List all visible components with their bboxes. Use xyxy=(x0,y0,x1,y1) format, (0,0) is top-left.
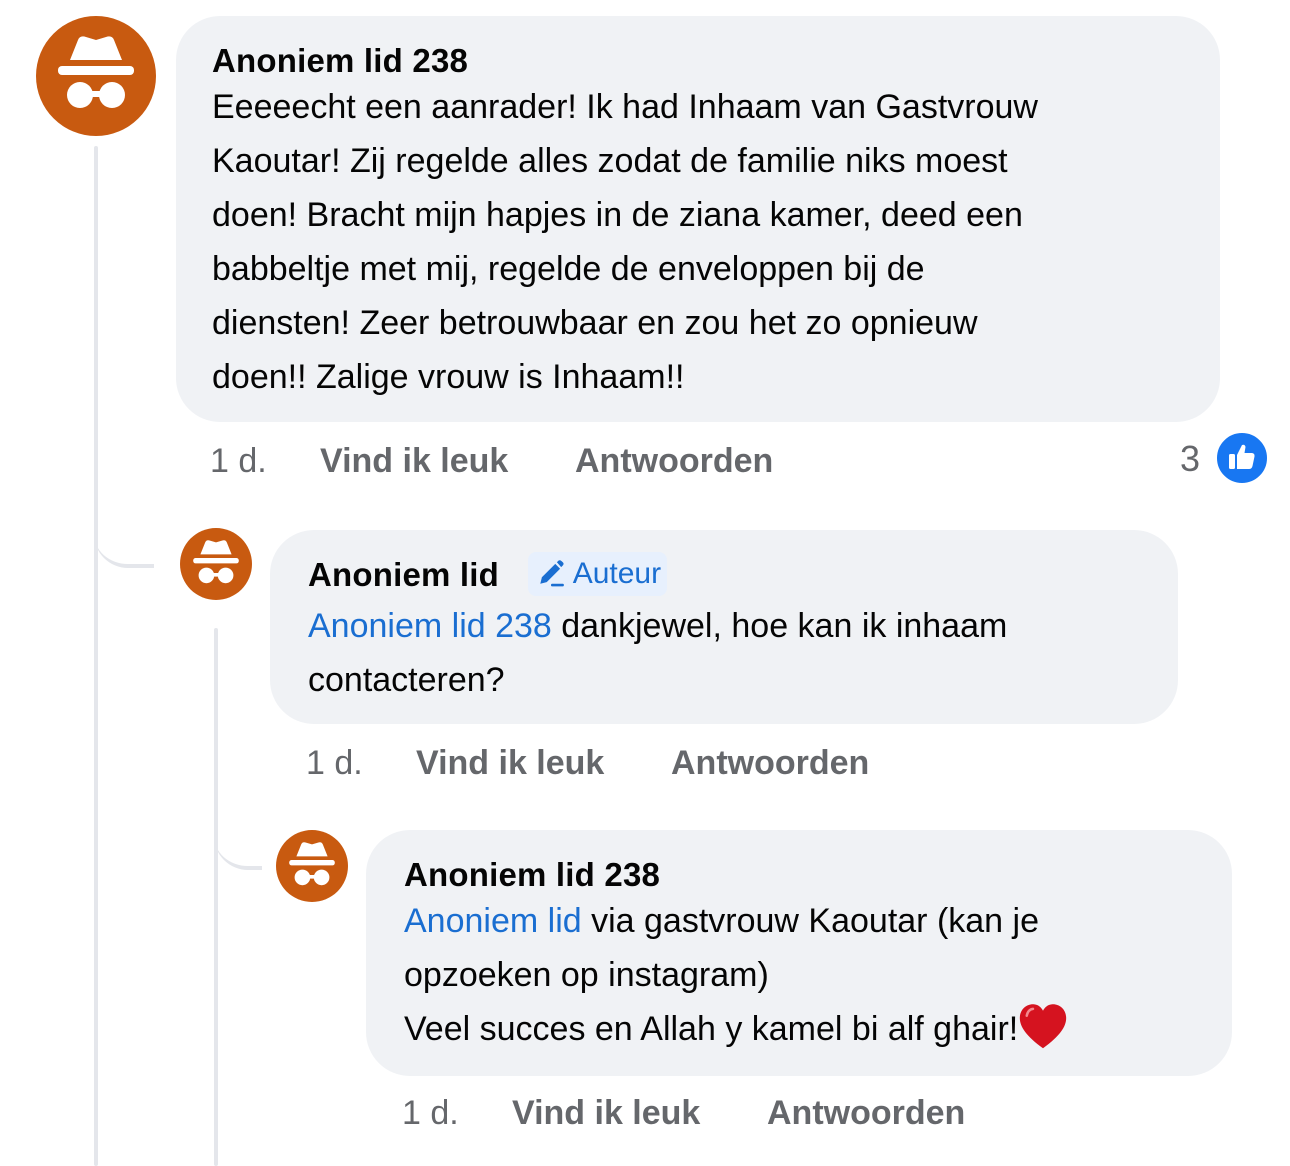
like-button[interactable]: Vind ik leuk xyxy=(416,744,604,783)
pencil-icon xyxy=(540,560,564,587)
comment-author[interactable]: Anoniem lid 238 xyxy=(212,42,468,80)
reply-button[interactable]: Antwoorden xyxy=(575,442,773,481)
like-button[interactable]: Vind ik leuk xyxy=(320,442,508,481)
comment-text-line: diensten! Zeer betrouwbaar en zou het zo… xyxy=(212,304,978,342)
comment-text-segment: dankjewel, hoe kan ik inhaam xyxy=(551,607,1008,645)
avatar[interactable] xyxy=(36,16,156,136)
like-button[interactable]: Vind ik leuk xyxy=(512,1094,700,1133)
author-badge-label: Auteur xyxy=(572,557,662,590)
reaction-badge[interactable] xyxy=(1214,430,1270,486)
anonymous-incognito-icon xyxy=(58,36,134,108)
thread-connector-reply-2 xyxy=(214,800,262,870)
comment-text: Anoniem lid 238 dankjewel, hoe kan ik in… xyxy=(308,599,1007,707)
comment-text: Eeeeecht een aanrader! Ik had Inhaam van… xyxy=(212,80,1038,404)
reply-button[interactable]: Antwoorden xyxy=(671,744,869,783)
timestamp[interactable]: 1 d. xyxy=(402,1094,459,1133)
red-heart-icon xyxy=(1020,1004,1067,1049)
mention-link[interactable]: Anoniem lid xyxy=(404,902,582,940)
reply-button[interactable]: Antwoorden xyxy=(767,1094,965,1133)
comment-text-line: Anoniem lid 238 dankjewel, hoe kan ik in… xyxy=(308,599,1007,653)
timestamp[interactable]: 1 d. xyxy=(306,744,363,783)
anonymous-incognito-icon xyxy=(193,540,239,584)
comment-text-line: doen! Bracht mijn hapjes in de ziana kam… xyxy=(212,196,1023,234)
author-badge: Auteur xyxy=(528,552,668,596)
thread-line-reply xyxy=(214,628,218,1166)
comment-text: Anoniem lid via gastvrouw Kaoutar (kan j… xyxy=(404,894,1068,1056)
avatar[interactable] xyxy=(180,528,252,600)
avatar[interactable] xyxy=(276,830,348,902)
comment-text-line: Eeeeecht een aanrader! Ik had Inhaam van… xyxy=(212,88,1038,126)
comment-text-line: Veel succes en Allah y kamel bi alf ghai… xyxy=(404,1002,1068,1056)
reaction-count[interactable]: 3 xyxy=(1180,438,1200,480)
comment-text-line: contacteren? xyxy=(308,661,505,699)
thread-line-main xyxy=(94,146,98,1166)
comment-text-segment: Veel succes en Allah y kamel bi alf ghai… xyxy=(404,1010,1019,1048)
comment-text-segment: via gastvrouw Kaoutar (kan je xyxy=(581,902,1039,940)
comment-text-line: doen!! Zalige vrouw is Inhaam!! xyxy=(212,358,685,396)
comment-text-line: Anoniem lid via gastvrouw Kaoutar (kan j… xyxy=(404,894,1068,948)
comment-author[interactable]: Anoniem lid 238 xyxy=(404,856,660,894)
thumbs-up-icon xyxy=(1229,444,1255,469)
timestamp[interactable]: 1 d. xyxy=(210,442,267,481)
mention-link[interactable]: Anoniem lid 238 xyxy=(308,607,552,645)
thread-connector-reply-1 xyxy=(94,486,154,568)
comment-author[interactable]: Anoniem lid xyxy=(308,556,499,594)
comment-text-line: Kaoutar! Zij regelde alles zodat de fami… xyxy=(212,142,1008,180)
comment-text-line: babbeltje met mij, regelde de enveloppen… xyxy=(212,250,925,288)
anonymous-incognito-icon xyxy=(289,842,335,886)
comment-text-line: opzoeken op instagram) xyxy=(404,956,769,994)
